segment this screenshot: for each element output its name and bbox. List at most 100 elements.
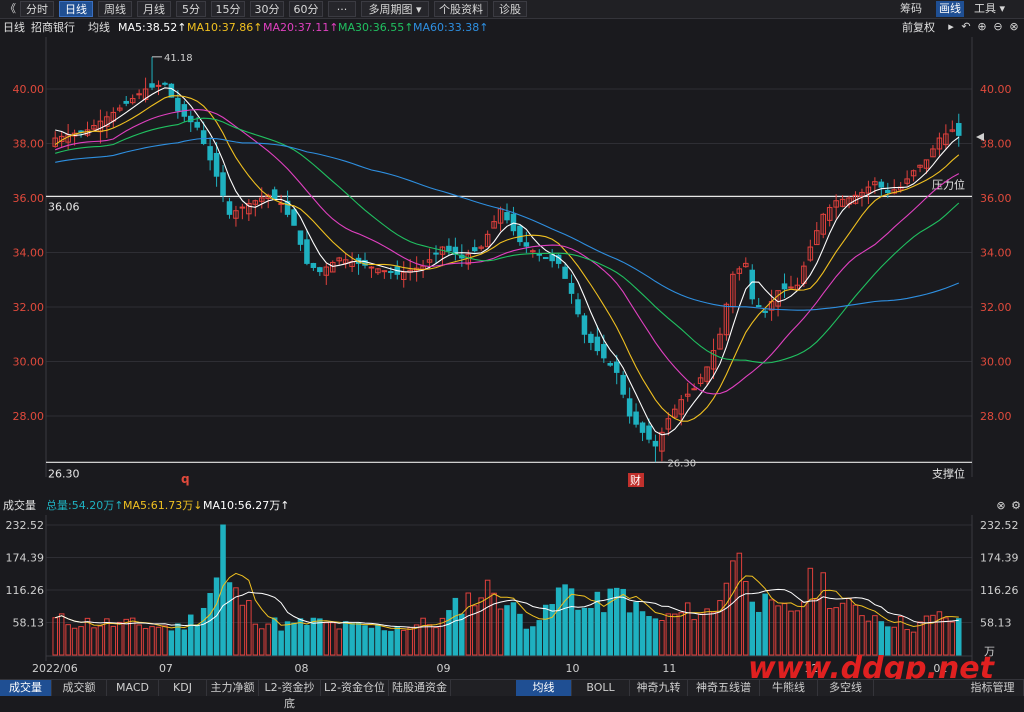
period-tab-5[interactable]: 15分	[211, 1, 245, 17]
volume-bar	[762, 593, 768, 656]
price-ytick-left: 30.00	[13, 356, 45, 369]
period-tab-10[interactable]: 个股资料	[434, 1, 488, 17]
indicator-tab-10[interactable]: 神奇九转	[630, 680, 688, 696]
period-tab-11[interactable]: 诊股	[493, 1, 527, 17]
period-tab-7[interactable]: 60分	[289, 1, 323, 17]
volume-ytick-right: 174.39	[980, 552, 1019, 565]
volume-bar	[581, 607, 588, 656]
period-tab-6[interactable]: 30分	[250, 1, 284, 17]
support-text: 支撑位	[932, 466, 965, 480]
ma60-value: MA60:33.38↑	[413, 21, 489, 34]
candle-body	[310, 262, 317, 268]
zoom-out-icon[interactable]: ⊖	[992, 21, 1004, 33]
candle-body	[226, 201, 233, 215]
volume-bar	[633, 601, 639, 656]
candle-body	[613, 361, 620, 373]
period-tab-8[interactable]: ···	[328, 1, 356, 17]
candle-body	[317, 267, 323, 273]
volume-bar	[620, 588, 626, 656]
candle-body	[517, 225, 523, 243]
indicator-tab-3[interactable]: KDJ	[159, 680, 207, 696]
candle-body	[123, 100, 129, 104]
indicator-tab-6[interactable]: L2-资金仓位	[321, 680, 389, 696]
candle-body	[691, 388, 697, 391]
ma-mode-label[interactable]: 均线	[88, 19, 110, 37]
volume-bar	[168, 630, 175, 656]
expand-icon[interactable]: ▸	[945, 21, 957, 33]
price-ytick-right: 32.00	[980, 301, 1012, 314]
indicator-tab-7[interactable]: 陆股通资金	[389, 680, 451, 696]
indicator-tab-4[interactable]: 主力净额	[207, 680, 259, 696]
back-button[interactable]: 《	[2, 1, 16, 17]
fin-marker: 财	[630, 473, 641, 487]
candle-body	[239, 206, 246, 209]
volume-bar	[394, 626, 401, 656]
volume-legend-bar: 成交量 总量:54.20万↑ MA5:61.73万↓ MA10:56.27万↑ …	[0, 497, 1024, 515]
q-marker: q	[181, 472, 190, 486]
indicator-tab-2[interactable]: MACD	[107, 680, 159, 696]
zoom-in-icon[interactable]: ⊕	[976, 21, 988, 33]
volume-bar	[568, 588, 575, 656]
price-ytick-right: 30.00	[980, 356, 1012, 369]
indicator-tab-1[interactable]: 成交额	[52, 680, 107, 696]
period-tab-1[interactable]: 日线	[59, 1, 93, 17]
candle-body	[581, 315, 588, 335]
period-tab-9[interactable]: 多周期图 ▾	[361, 1, 429, 17]
candle-body	[601, 344, 607, 359]
x-tick-label: 07	[159, 662, 173, 675]
volume-bar	[517, 613, 523, 656]
undo-icon[interactable]: ↶	[960, 21, 972, 33]
candle-body	[749, 269, 756, 300]
candle-body	[291, 209, 297, 226]
volume-bar	[381, 630, 388, 656]
low-label: 26.30	[667, 458, 696, 469]
volume-close-icon[interactable]: ⊗	[995, 500, 1007, 512]
indicator-tab-0[interactable]: 成交量	[0, 680, 52, 696]
volume-settings-icon[interactable]: ⚙	[1010, 500, 1022, 512]
candle-body	[297, 230, 304, 245]
price-chart[interactable]: 28.00 28.00 30.00 30.00 32.00 32.00 34.00 34.00…	[0, 37, 1024, 497]
volume-bar	[207, 593, 213, 656]
tools-menu[interactable]: 工具 ▾	[974, 1, 1005, 17]
volume-ytick-right: 116.26	[980, 584, 1019, 597]
volume-bar	[355, 622, 362, 656]
candle-body	[652, 440, 659, 447]
indicator-tab-9[interactable]: BOLL	[572, 680, 630, 696]
candle-body	[626, 398, 633, 417]
candle-body	[562, 266, 568, 279]
price-ytick-left: 38.00	[13, 138, 45, 151]
candle-body	[781, 283, 788, 290]
period-tab-4[interactable]: 5分	[176, 1, 206, 17]
candle-body	[575, 299, 581, 315]
indicator-tab-14[interactable]: 指标管理	[962, 680, 1024, 696]
indicator-tab-11[interactable]: 神奇五线谱	[688, 680, 760, 696]
close-icon[interactable]: ⊗	[1008, 21, 1020, 33]
volume-bar	[459, 613, 465, 656]
adjust-mode[interactable]: 前复权	[902, 19, 935, 37]
volume-bar	[200, 607, 207, 656]
volume-bar	[639, 611, 646, 656]
volume-bar	[588, 608, 594, 656]
indicator-tab-5[interactable]: L2-资金抄底	[259, 680, 321, 710]
candle-body	[542, 257, 549, 260]
indicator-tab-12[interactable]: 牛熊线	[760, 680, 818, 696]
volume-total: 总量:54.20万↑	[46, 499, 124, 512]
volume-bar	[375, 624, 381, 656]
period-tab-0[interactable]: 分时	[20, 1, 54, 17]
period-tab-2[interactable]: 周线	[98, 1, 132, 17]
volume-bar	[194, 624, 200, 656]
chips-button[interactable]: 筹码	[900, 1, 922, 17]
volume-ytick-right: 58.13	[980, 617, 1012, 630]
volume-bar	[549, 604, 555, 656]
indicator-tab-8[interactable]: 均线	[516, 680, 572, 696]
volume-bar	[368, 627, 375, 656]
volume-bar	[749, 601, 756, 656]
x-tick-label: 09	[436, 662, 450, 675]
indicator-tab-13[interactable]: 多空线	[818, 680, 874, 696]
draw-button[interactable]: 画线	[936, 1, 964, 17]
volume-bar	[342, 621, 349, 656]
volume-chart[interactable]: 58.13 58.13 116.26 116.26 174.39 174.39 232.52…	[0, 515, 1024, 679]
period-tab-3[interactable]: 月线	[137, 1, 171, 17]
x-tick-label: 08	[294, 662, 308, 675]
price-ytick-right: 28.00	[980, 410, 1012, 423]
